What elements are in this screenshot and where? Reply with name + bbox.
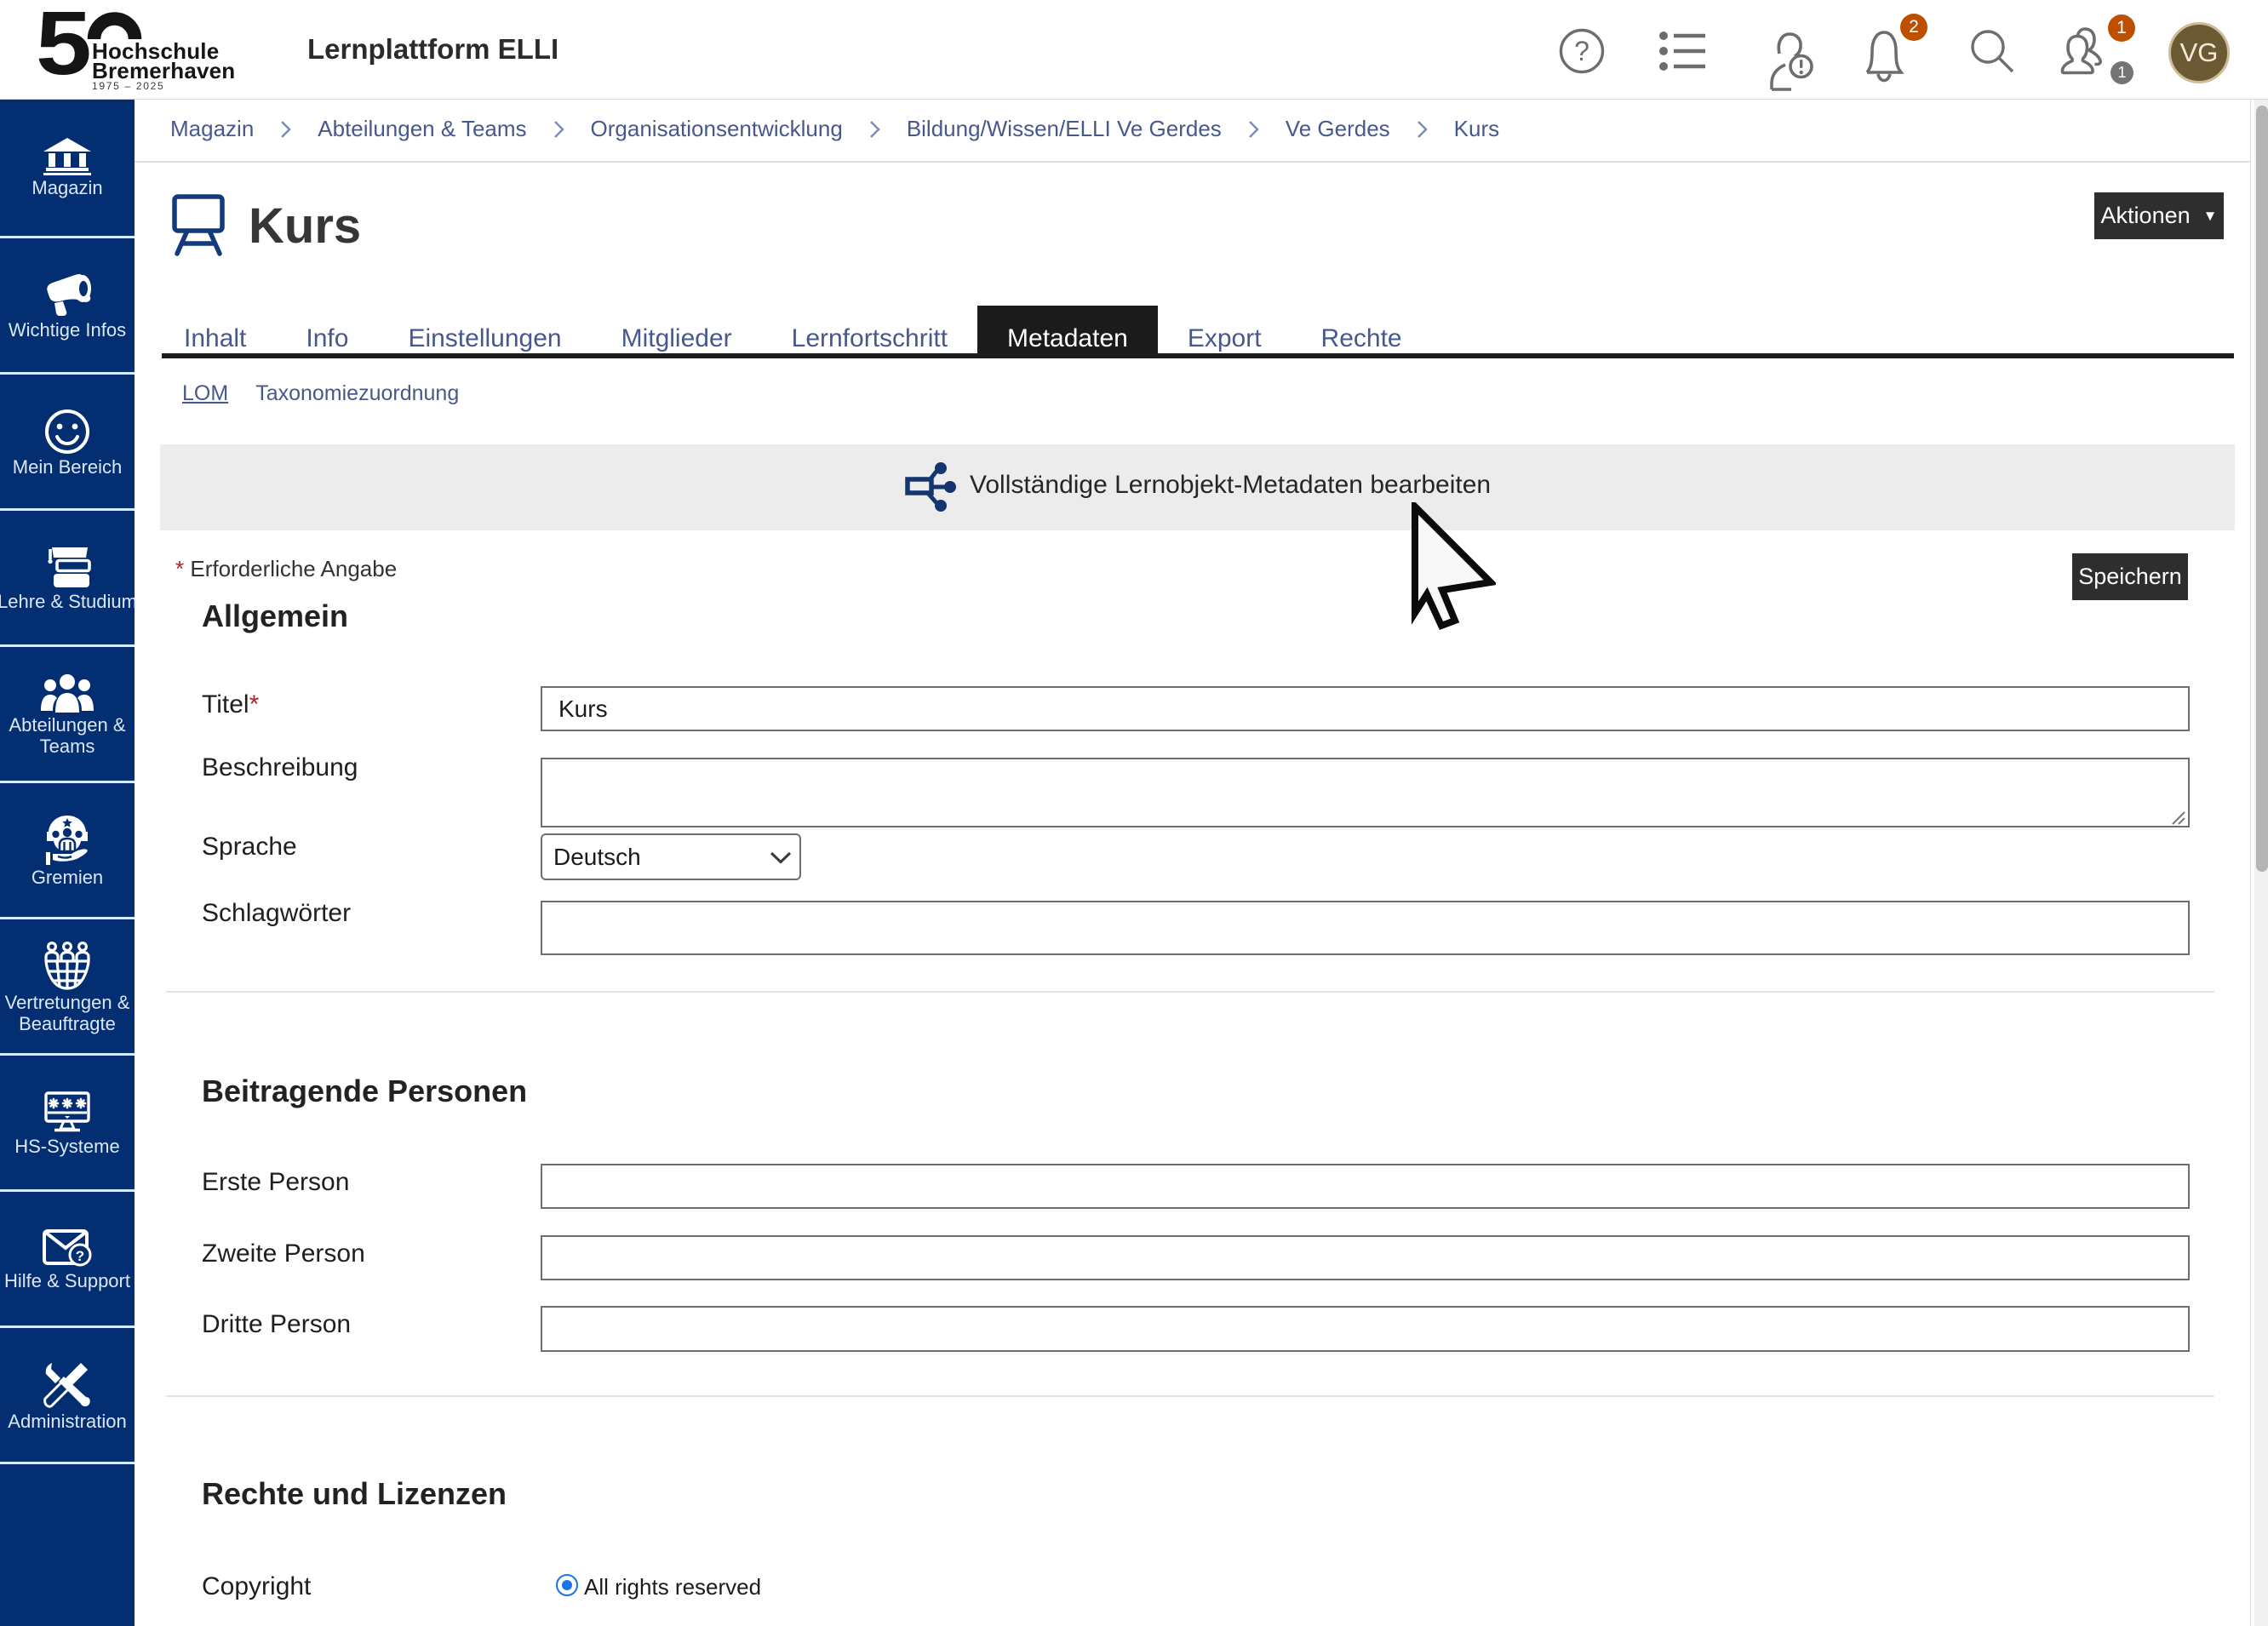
svg-text:?: ?: [1574, 36, 1589, 66]
svg-text:?: ?: [76, 1248, 84, 1264]
